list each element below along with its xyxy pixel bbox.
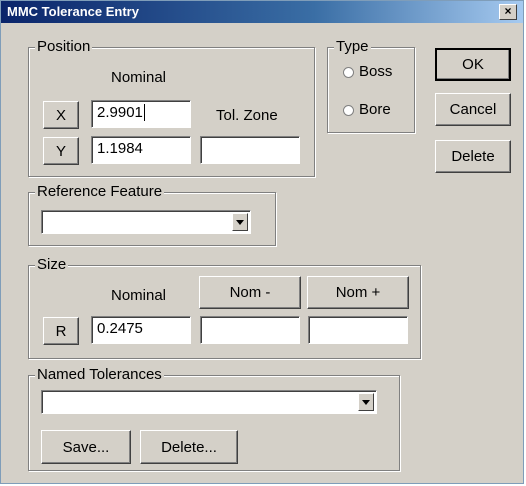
nom-plus-button[interactable]: Nom + [307,276,409,309]
r-field[interactable]: 0.2475 [91,316,191,344]
named-tolerances-legend: Named Tolerances [35,366,164,383]
boss-radio[interactable] [343,67,354,78]
delete-button[interactable]: Delete [435,140,511,173]
nom-plus-field[interactable] [308,316,408,344]
cancel-button[interactable]: Cancel [435,93,511,126]
tol-zone-label: Tol. Zone [216,107,278,124]
nom-minus-button[interactable]: Nom - [199,276,301,309]
boss-label[interactable]: Boss [359,63,392,80]
chevron-down-icon [236,220,244,225]
named-tolerances-dropdown-button[interactable] [358,393,374,411]
x-field[interactable]: 2.9901 [91,100,191,128]
text-cursor [143,104,145,121]
reference-feature-combobox[interactable] [41,210,251,234]
bore-label[interactable]: Bore [359,101,391,118]
close-button[interactable]: × [499,4,517,20]
r-button[interactable]: R [43,317,79,345]
x-button[interactable]: X [43,101,79,129]
tol-zone-field[interactable] [200,136,300,164]
nom-minus-field[interactable] [200,316,300,344]
window-title: MMC Tolerance Entry [7,4,139,19]
ok-button[interactable]: OK [435,48,511,81]
position-legend: Position [35,38,93,55]
size-legend: Size [35,256,69,273]
bore-radio[interactable] [343,105,354,116]
save-button[interactable]: Save... [41,430,131,464]
reference-feature-legend: Reference Feature [35,183,165,200]
y-button[interactable]: Y [43,137,79,165]
y-field[interactable]: 1.1984 [91,136,191,164]
named-delete-button[interactable]: Delete... [140,430,238,464]
dialog-window: MMC Tolerance Entry × Position Nominal X… [0,0,524,484]
type-group: Type [327,38,415,133]
type-legend: Type [334,38,371,55]
reference-feature-dropdown-button[interactable] [232,213,248,231]
position-nominal-label: Nominal [111,69,167,86]
title-bar[interactable]: MMC Tolerance Entry × [1,1,523,23]
chevron-down-icon [362,400,370,405]
x-value: 2.9901 [97,104,143,121]
size-nominal-label: Nominal [111,287,167,304]
named-tolerances-combobox[interactable] [41,390,377,414]
